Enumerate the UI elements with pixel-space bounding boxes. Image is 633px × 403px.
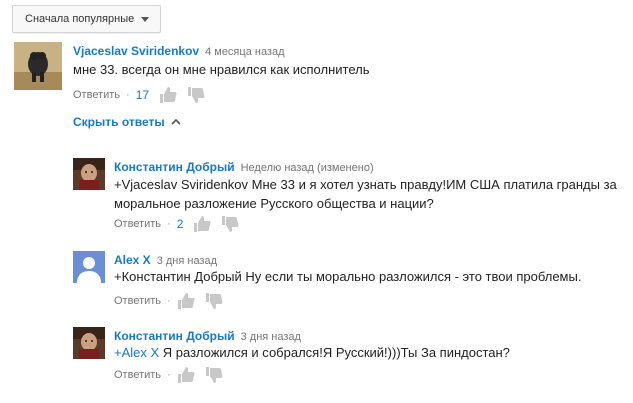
reply-button[interactable]: Ответить: [114, 369, 161, 381]
comment-text: +Константин Добрый Ну если ты морально р…: [114, 269, 582, 284]
comment-time[interactable]: 3 дня назад: [241, 331, 301, 343]
author-name[interactable]: Vjaceslav Sviridenkov: [73, 44, 199, 58]
comment-body: Я разложился и собрался!Я Русский!)))Ты …: [159, 345, 510, 360]
avatar[interactable]: [73, 327, 105, 359]
separator-dot: ·: [126, 89, 130, 101]
avatar-photo-icon: [73, 158, 105, 190]
reply-button[interactable]: Ответить: [73, 89, 120, 101]
thumbs-up-icon[interactable]: [193, 215, 211, 233]
default-user-icon: [73, 251, 105, 283]
sort-label: Сначала популярные: [25, 13, 135, 25]
thumbs-down-icon[interactable]: [205, 366, 223, 384]
hide-replies-label: Скрыть ответы: [73, 115, 165, 129]
like-count: 2: [176, 217, 184, 231]
comment-header: Vjaceslav Sviridenkov 4 месяца назад: [73, 42, 285, 60]
chevron-up-icon: [171, 118, 181, 125]
avatar-photo-icon: [73, 327, 105, 359]
top-comment: Vjaceslav Sviridenkov 4 месяца назад мне …: [14, 42, 624, 107]
author-name[interactable]: Константин Добрый: [114, 160, 235, 174]
comment-text: +Alex X Я разложился и собрался!Я Русски…: [114, 343, 628, 362]
sort-dropdown[interactable]: Сначала популярные: [12, 5, 161, 33]
comment-text: +Vjaceslav Sviridenkov Мне 33 и я хотел …: [114, 175, 628, 213]
thumbs-up-icon[interactable]: [177, 366, 195, 384]
avatar[interactable]: [73, 251, 105, 283]
avatar[interactable]: [14, 42, 62, 90]
thumbs-down-icon[interactable]: [187, 86, 205, 104]
reply-comment: Константин Добрый Неделю назад (изменено)…: [73, 158, 628, 238]
comment-actions: Ответить ·: [114, 292, 233, 310]
separator-dot: ·: [167, 369, 171, 381]
separator-dot: ·: [167, 295, 171, 307]
mention-text[interactable]: +Vjaceslav Sviridenkov: [114, 177, 248, 192]
avatar-photo-icon: [14, 42, 62, 90]
comment-time[interactable]: 4 месяца назад: [205, 46, 284, 58]
author-name[interactable]: Константин Добрый: [114, 329, 235, 343]
comment-actions: Ответить · 17: [73, 86, 215, 104]
comment-time[interactable]: Неделю назад (изменено): [241, 162, 374, 174]
comment-actions: Ответить · 2: [114, 215, 249, 233]
author-name[interactable]: Alex X: [114, 253, 151, 267]
avatar[interactable]: [73, 158, 105, 190]
thumbs-up-icon[interactable]: [177, 292, 195, 310]
comment-actions: Ответить ·: [114, 366, 233, 384]
like-count: 17: [135, 88, 150, 102]
comment-time[interactable]: 3 дня назад: [157, 255, 217, 267]
reply-button[interactable]: Ответить: [114, 218, 161, 230]
chevron-down-icon: [141, 17, 149, 22]
thumbs-down-icon[interactable]: [221, 215, 239, 233]
mention-link[interactable]: +Alex X: [114, 345, 159, 360]
hide-replies-button[interactable]: Скрыть ответы: [73, 115, 181, 129]
comment-header: Константин Добрый Неделю назад (изменено): [114, 158, 374, 176]
reply-button[interactable]: Ответить: [114, 295, 161, 307]
reply-comment: Alex X 3 дня назад +Константин Добрый Ну …: [73, 251, 628, 311]
thumbs-up-icon[interactable]: [159, 86, 177, 104]
reply-comment: Константин Добрый 3 дня назад +Alex X Я р…: [73, 327, 628, 387]
comment-text: мне 33. всегда он мне нравился как испол…: [73, 62, 370, 77]
thumbs-down-icon[interactable]: [205, 292, 223, 310]
separator-dot: ·: [167, 218, 171, 230]
